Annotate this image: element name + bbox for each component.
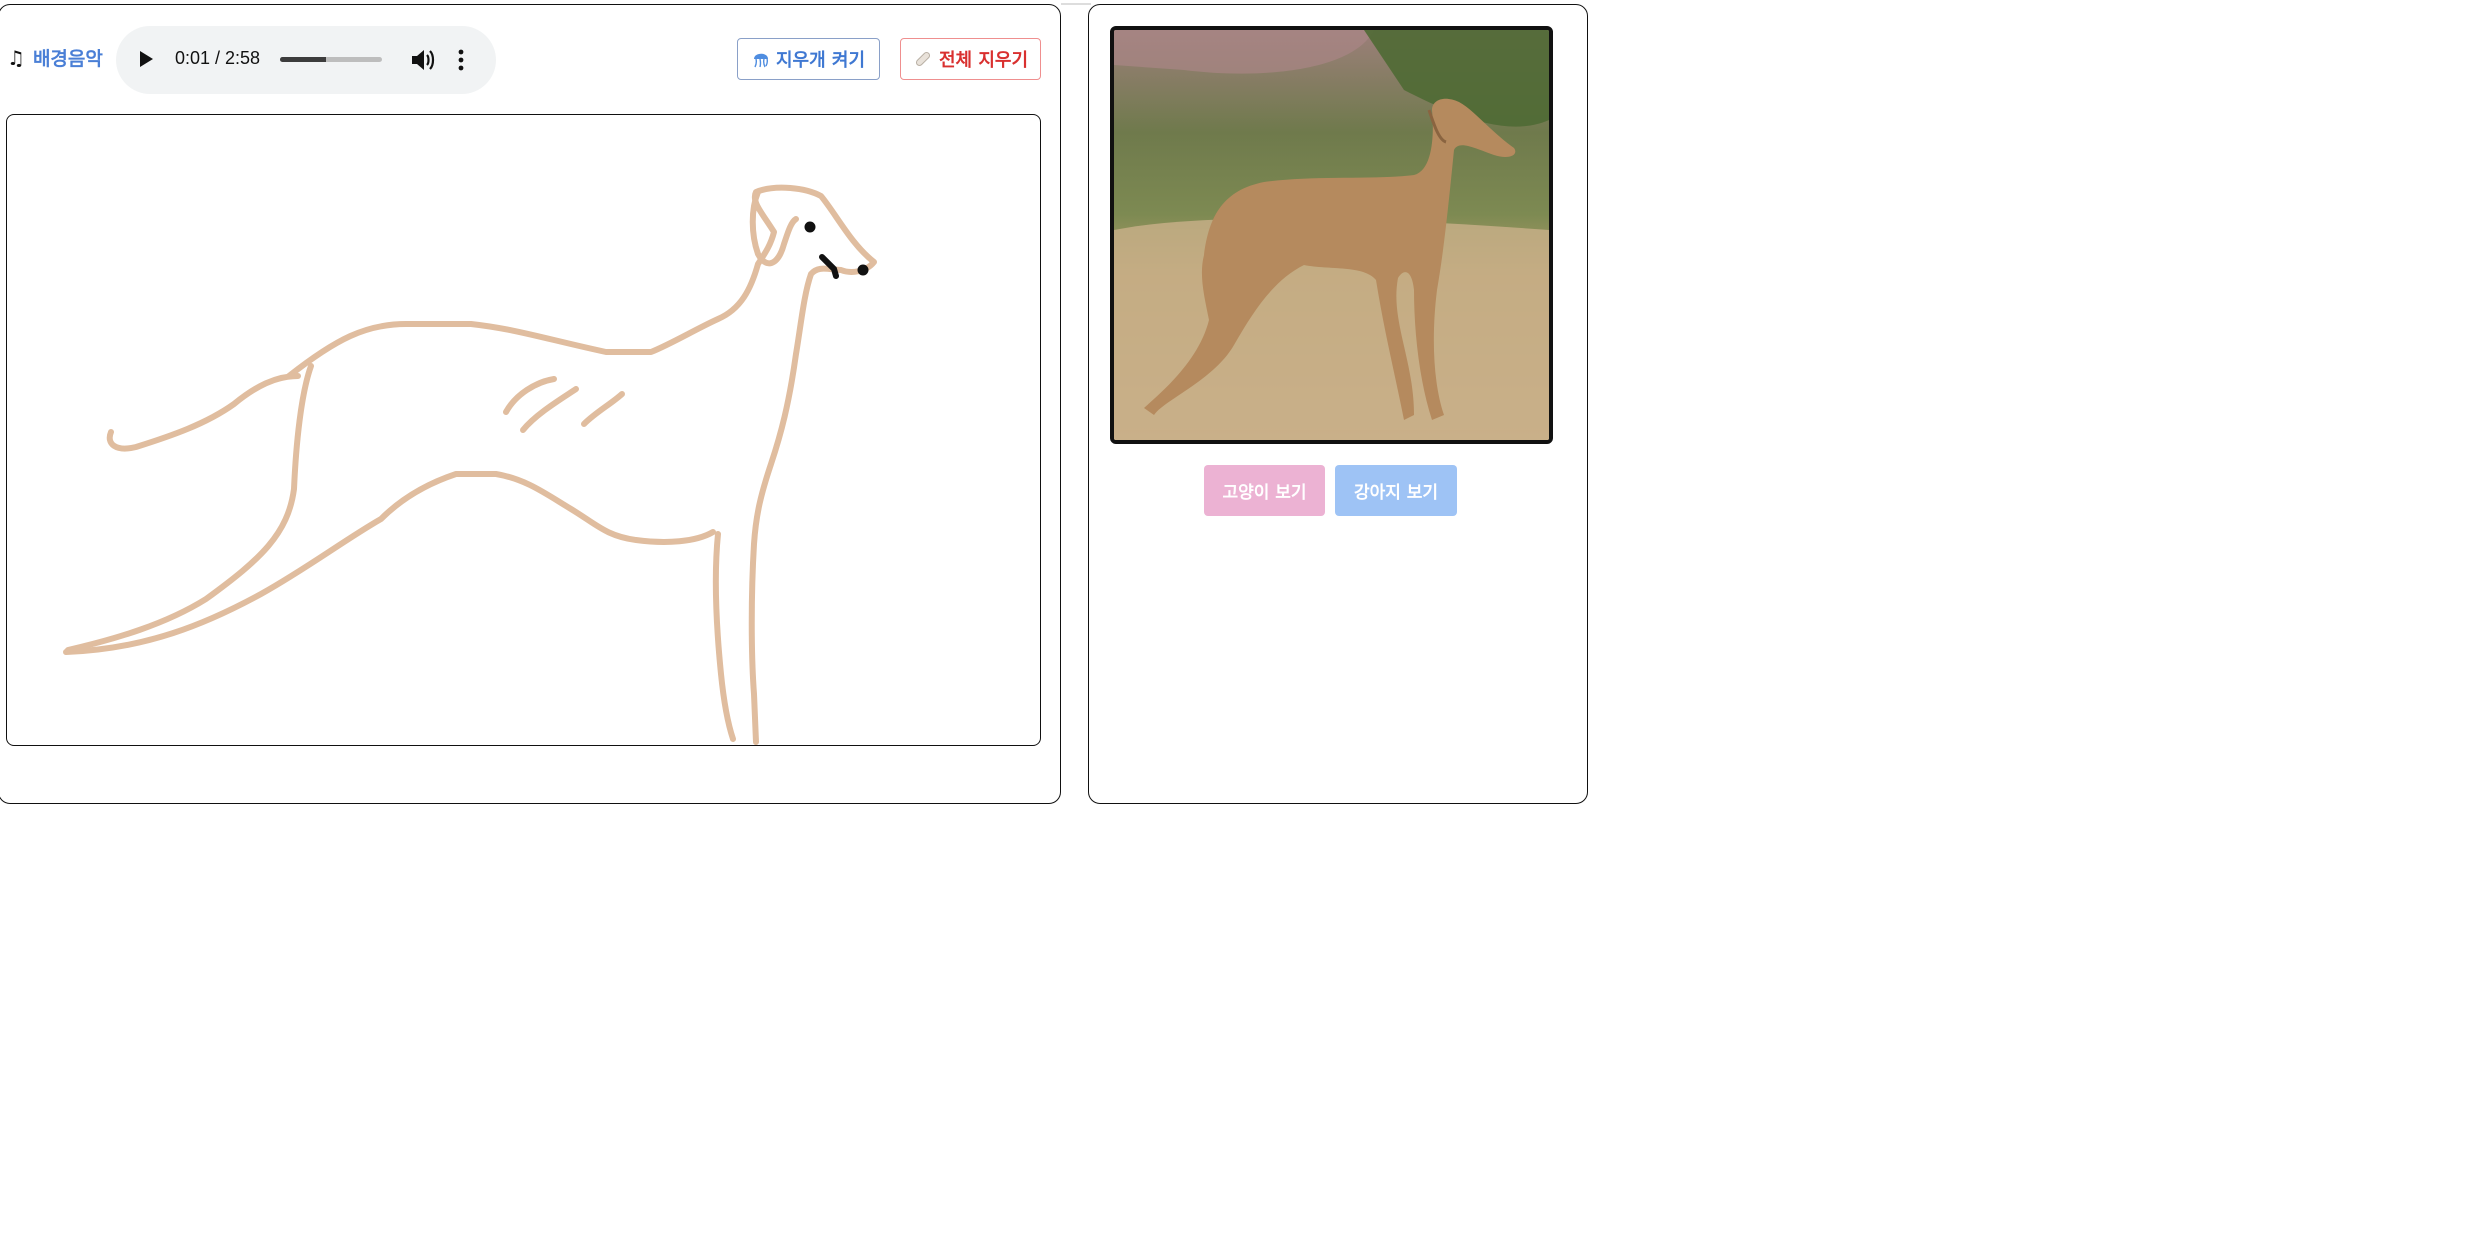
stroke-haunch	[64, 362, 314, 653]
stroke-eye	[804, 221, 815, 232]
clear-all-label: 전체 지우기	[938, 50, 1029, 71]
stroke-belly	[62, 470, 716, 655]
bandage-icon	[915, 51, 930, 67]
bgm-label-text: 배경음악	[32, 48, 103, 70]
drawing-canvas[interactable]	[6, 114, 1041, 746]
eraser-toggle-button[interactable]: 지우개 켜기	[737, 38, 880, 80]
reference-photo	[1110, 26, 1553, 444]
drawing-strokes	[62, 184, 877, 745]
stroke-nose	[857, 264, 868, 275]
stroke-tail	[106, 372, 301, 451]
audio-player[interactable]: 0:01 / 2:58	[116, 26, 496, 94]
volume-icon[interactable]	[410, 48, 436, 72]
eraser-toggle-label: 지우개 켜기	[775, 50, 866, 71]
audio-seek-slider[interactable]	[280, 57, 382, 62]
show-cat-button[interactable]: 고양이 보기	[1204, 465, 1325, 516]
play-icon[interactable]	[140, 51, 153, 67]
bgm-label: ♫ 배경음악	[7, 44, 103, 71]
more-vert-icon[interactable]	[456, 48, 466, 72]
clear-all-button[interactable]: 전체 지우기	[900, 38, 1041, 80]
music-note-icon: ♫	[7, 45, 25, 70]
stroke-rib-3	[580, 390, 625, 427]
dog-photo-image	[1114, 30, 1549, 440]
stroke-back	[285, 184, 877, 745]
show-dog-button[interactable]: 강아지 보기	[1335, 465, 1457, 516]
stroke-front-leg	[712, 530, 736, 742]
jellyfish-icon	[753, 53, 768, 68]
audio-progress-fill	[280, 57, 326, 62]
top-divider	[1061, 3, 1091, 5]
audio-time: 0:01 / 2:58	[175, 48, 261, 68]
stroke-rib-2	[519, 385, 579, 433]
